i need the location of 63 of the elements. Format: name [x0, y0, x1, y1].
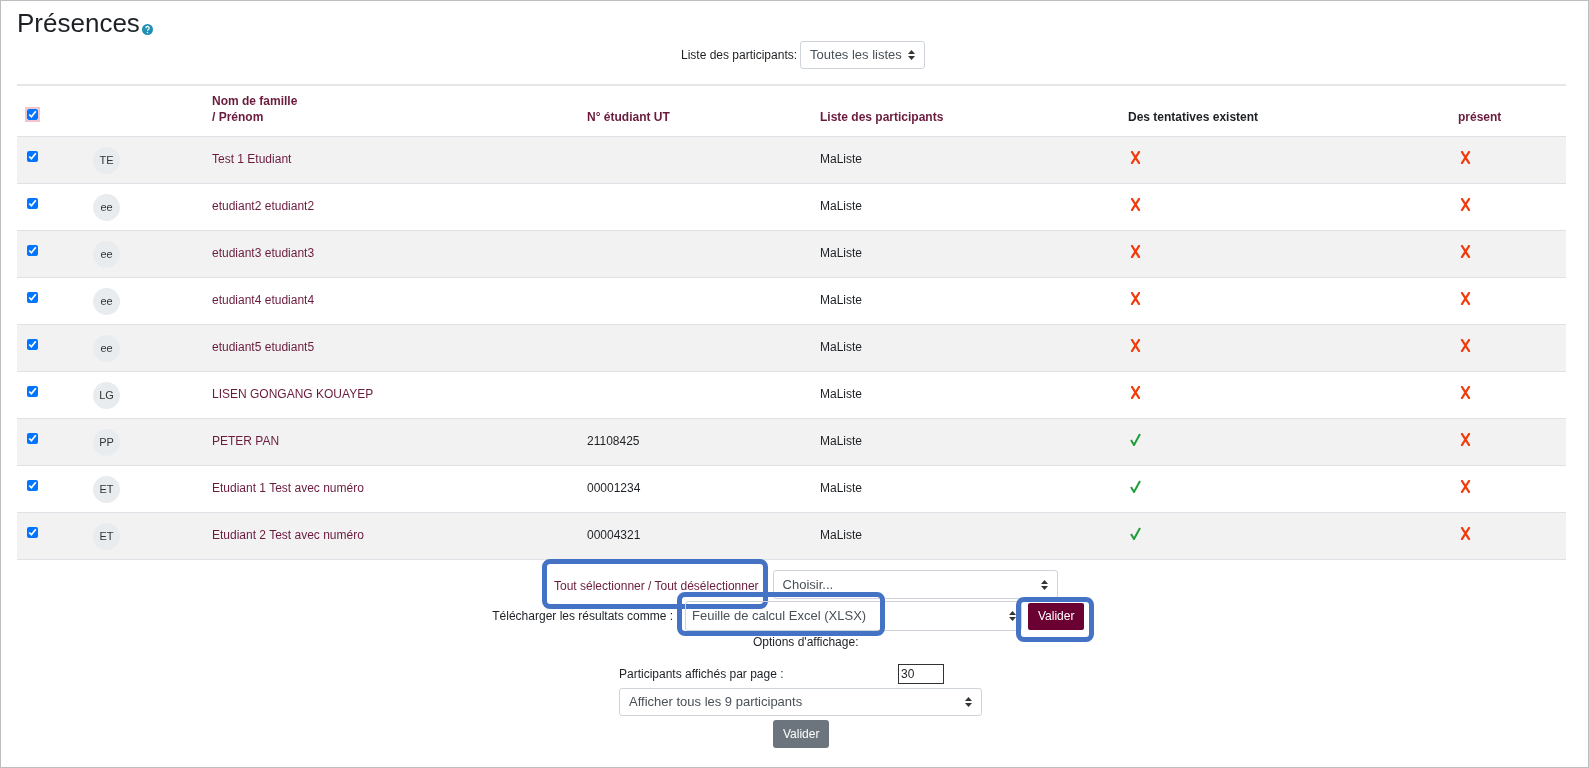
participant-list-select[interactable]: Toutes les listes	[800, 41, 925, 69]
row-checkbox[interactable]	[27, 198, 38, 209]
per-page-label: Participants affichés par page :	[619, 666, 785, 683]
student-name-link[interactable]: etudiant5 etudiant5	[212, 340, 315, 354]
column-sort-link[interactable]: présent	[1458, 109, 1502, 125]
help-icon	[141, 24, 153, 35]
select-all-checkbox[interactable]	[27, 109, 38, 120]
student-name-link[interactable]: etudiant3 etudiant3	[212, 246, 315, 260]
row-checkbox[interactable]	[27, 151, 38, 162]
participant-list-name: MaListe	[820, 481, 863, 495]
row-checkbox[interactable]	[27, 386, 38, 397]
row-checkbox[interactable]	[27, 245, 38, 256]
download-valider-button[interactable]: Valider	[1028, 602, 1085, 630]
participant-list-name: MaListe	[820, 246, 863, 260]
row-checkbox[interactable]	[27, 292, 38, 303]
student-name-link[interactable]: Test 1 Etudiant	[212, 152, 292, 166]
action-select[interactable]: Choisir...	[772, 570, 1058, 599]
avatar: TE	[93, 147, 120, 174]
row-checkbox[interactable]	[27, 433, 38, 444]
column-header: Des tentatives existent	[1128, 109, 1259, 125]
column-sort-link[interactable]: Nom de famille / Prénom	[212, 93, 298, 125]
show-all-select[interactable]: Afficher tous les 9 participants	[619, 688, 982, 716]
display-options-title: Options d'affichage:	[753, 634, 859, 651]
student-name-link[interactable]: etudiant2 etudiant2	[212, 199, 315, 213]
student-name-link[interactable]: etudiant4 etudiant4	[212, 293, 315, 307]
avatar: ee	[93, 241, 120, 268]
participant-list-name: MaListe	[820, 528, 863, 542]
participant-list-name: MaListe	[820, 152, 863, 166]
column-sort-link[interactable]: Liste des participants	[820, 109, 944, 125]
caret-icon	[907, 50, 915, 60]
avatar: ee	[93, 194, 120, 221]
student-name-link[interactable]: Etudiant 1 Test avec numéro	[212, 481, 364, 495]
avatar: ee	[93, 288, 120, 315]
row-checkbox[interactable]	[27, 480, 38, 491]
select-all-link[interactable]: Tout sélectionner / Tout désélectionner	[554, 578, 759, 593]
student-name-link[interactable]: Etudiant 2 Test avec numéro	[212, 528, 364, 542]
student-name-link[interactable]: LISEN GONGANG KOUAYEP	[212, 387, 374, 401]
participant-list-name: MaListe	[820, 387, 863, 401]
row-checkbox[interactable]	[27, 339, 38, 350]
student-number: 00004321	[587, 528, 641, 542]
avatar: ET	[93, 523, 120, 550]
per-page-input[interactable]: 30	[898, 664, 944, 684]
avatar: PP	[93, 429, 120, 456]
caret-icon	[1040, 579, 1048, 590]
caret-icon	[1009, 611, 1016, 621]
download-format-select[interactable]: Feuille de calcul Excel (XLSX)	[685, 601, 1022, 631]
participant-list-name: MaListe	[820, 434, 863, 448]
page-title: Présences	[17, 7, 140, 39]
display-valider-button[interactable]: Valider	[773, 720, 830, 748]
row-checkbox[interactable]	[27, 527, 38, 538]
download-label: Télécharger les résultats comme :	[492, 608, 673, 625]
caret-icon	[965, 697, 972, 707]
participant-list-name: MaListe	[820, 340, 863, 354]
participant-list-name: MaListe	[820, 293, 863, 307]
student-number: 00001234	[587, 481, 641, 495]
avatar: ee	[93, 335, 120, 362]
avatar: ET	[93, 476, 120, 503]
column-sort-link[interactable]: N° étudiant UT	[587, 109, 670, 125]
student-name-link[interactable]: PETER PAN	[212, 434, 280, 448]
avatar: LG	[93, 382, 120, 409]
student-number: 21108425	[587, 434, 640, 448]
filter-label: Liste des participants:	[681, 47, 798, 64]
participant-list-name: MaListe	[820, 199, 863, 213]
